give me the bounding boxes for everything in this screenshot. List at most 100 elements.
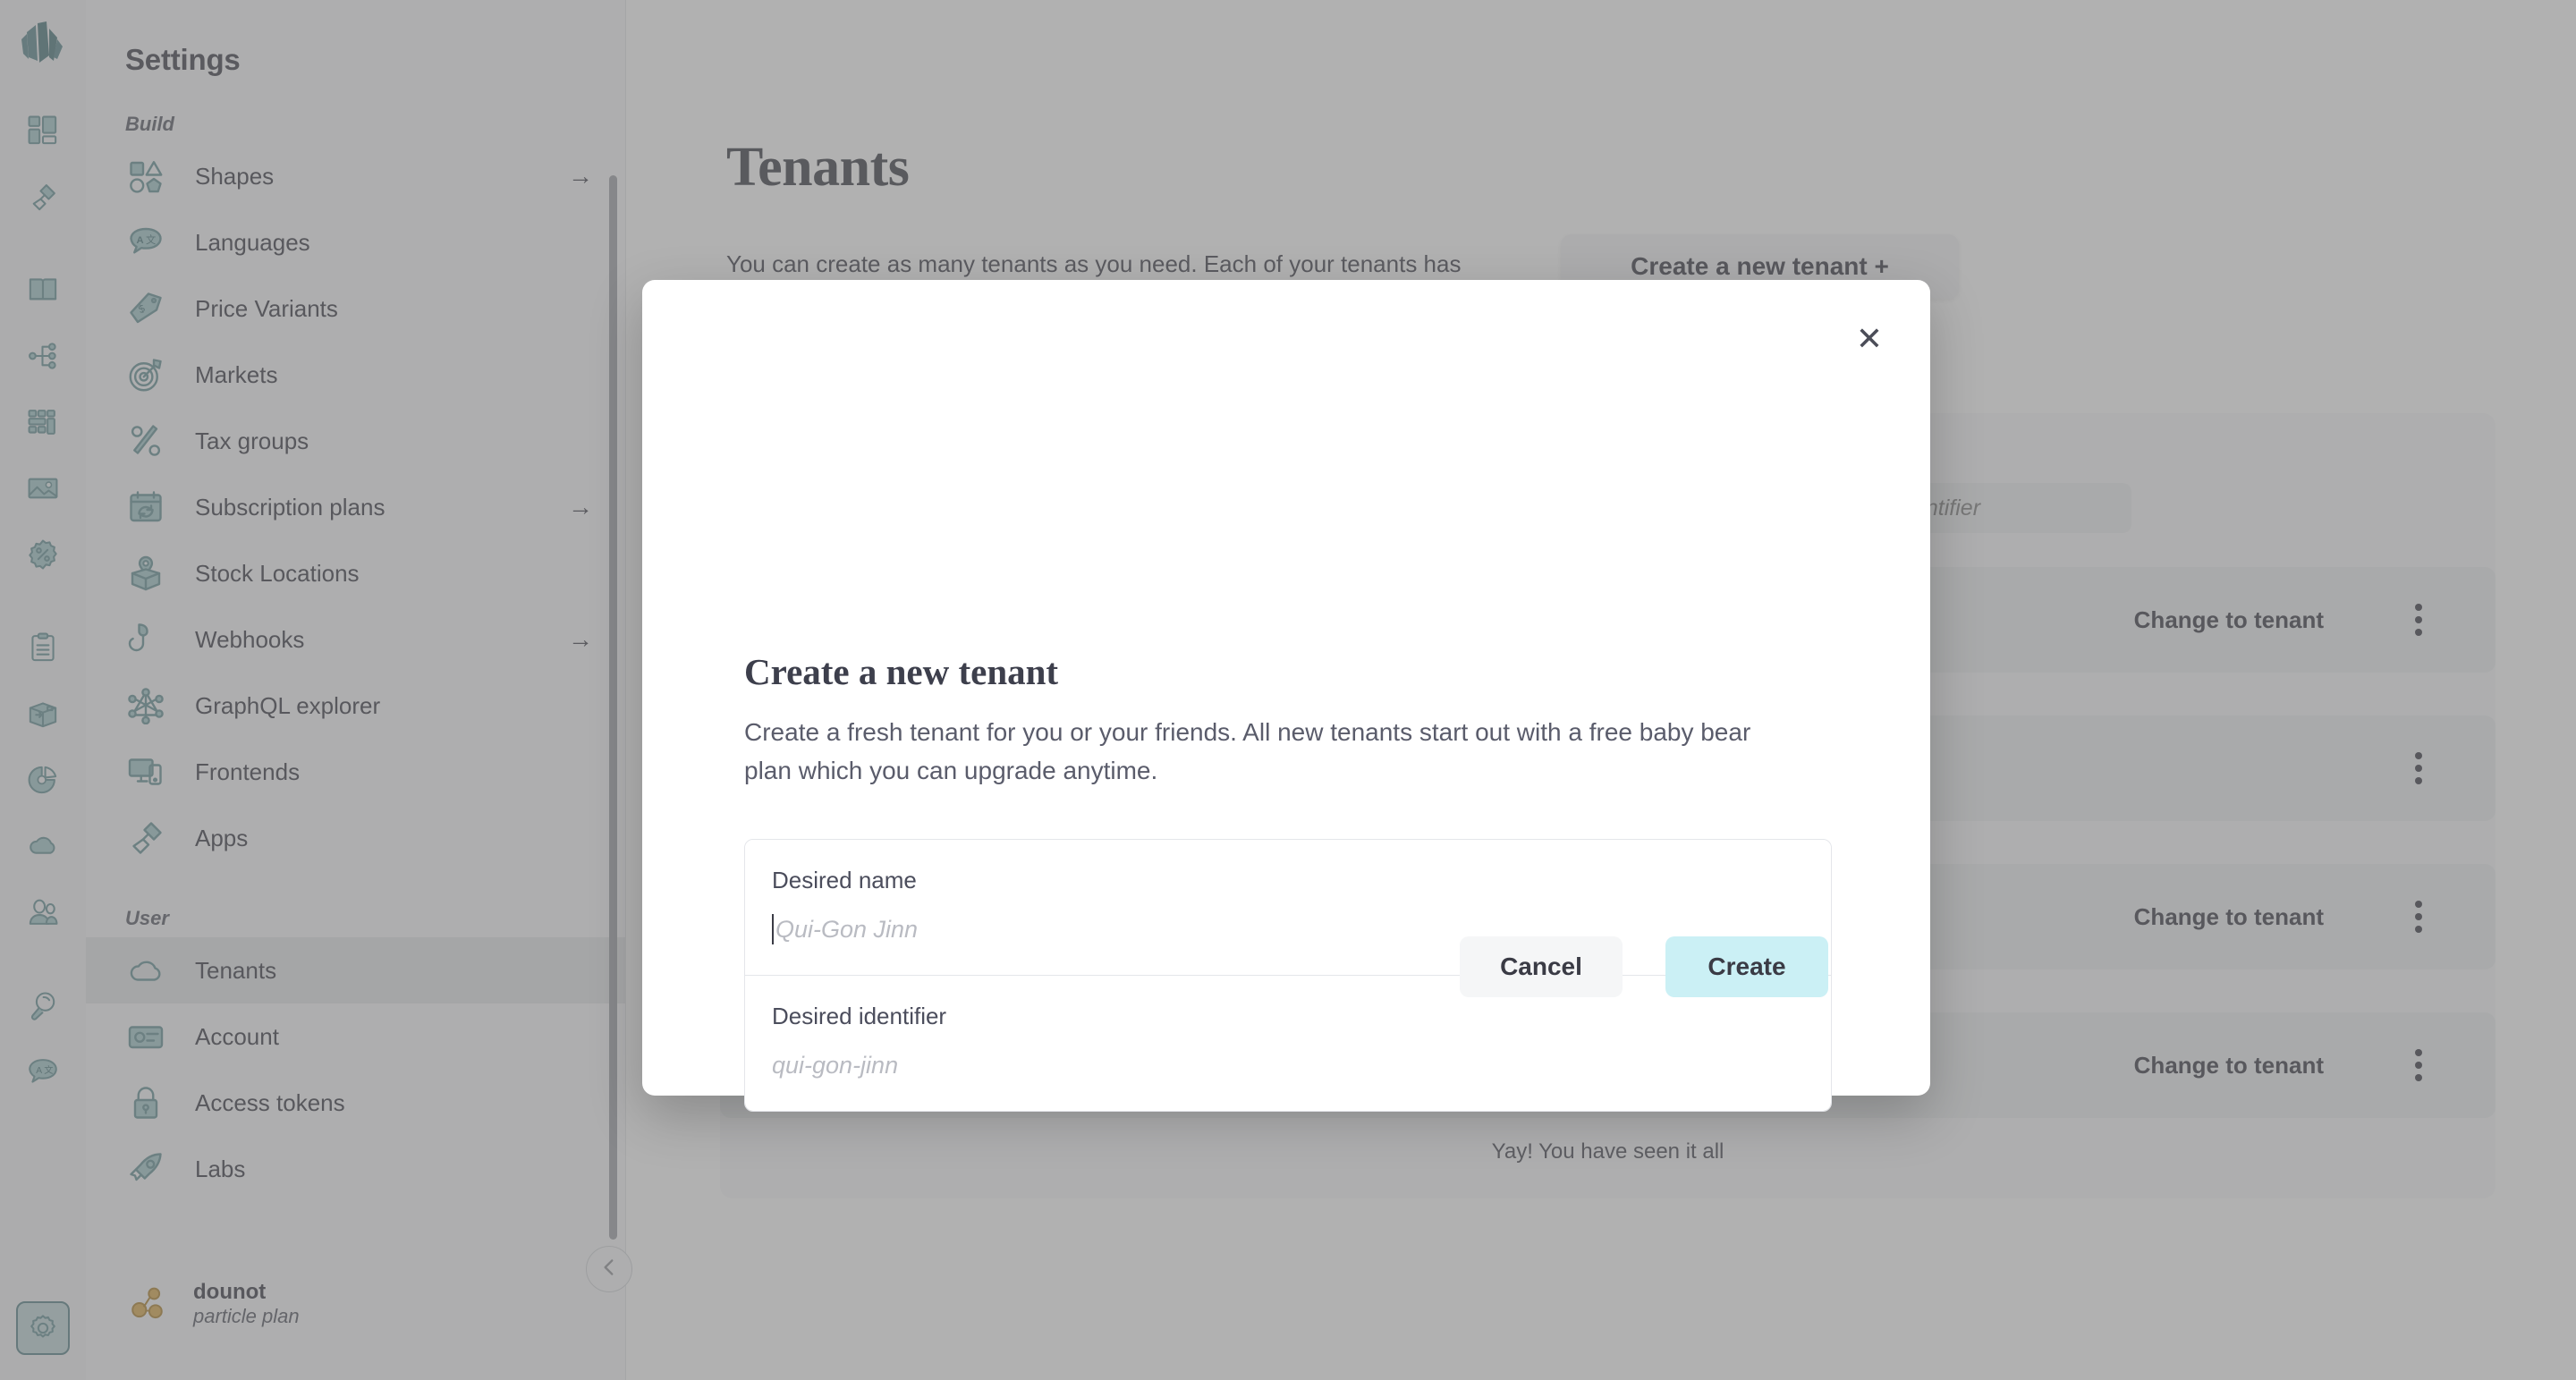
rail-translate-icon[interactable]: A 文 bbox=[16, 1045, 70, 1098]
sidebar-item-markets[interactable]: Markets bbox=[86, 342, 625, 408]
change-to-tenant-button[interactable]: Change to tenant bbox=[2134, 903, 2324, 931]
rail-catalogue-book-icon[interactable] bbox=[16, 263, 70, 317]
desired-identifier-input-wrap bbox=[772, 1050, 1804, 1080]
sidebar-item-price-variants[interactable]: $ Price Variants bbox=[86, 275, 625, 342]
sidebar-item-languages[interactable]: A 文 Languages bbox=[86, 209, 625, 275]
sidebar-item-tenants[interactable]: Tenants bbox=[86, 937, 625, 1003]
sidebar-item-graphql-explorer[interactable]: GraphQL explorer bbox=[86, 673, 625, 739]
arrow-right-icon: → bbox=[568, 493, 593, 521]
rail-shipment-box-icon[interactable] bbox=[16, 687, 70, 741]
sidebar-item-label: GraphQL explorer bbox=[195, 692, 593, 720]
kebab-menu-icon[interactable] bbox=[2415, 752, 2422, 784]
target-icon bbox=[125, 354, 166, 395]
sidebar-item-tax-groups[interactable]: Tax groups bbox=[86, 408, 625, 474]
close-icon[interactable]: ✕ bbox=[1850, 319, 1889, 359]
text-caret bbox=[772, 914, 774, 944]
price-tag-icon: $ bbox=[125, 288, 166, 329]
percent-icon bbox=[125, 420, 166, 461]
sidebar-collapse-button[interactable] bbox=[586, 1246, 632, 1292]
kebab-menu-icon[interactable] bbox=[2415, 604, 2422, 636]
sidebar-item-label: Stock Locations bbox=[195, 560, 593, 588]
sidebar-item-label: Languages bbox=[195, 229, 593, 257]
sidebar-item-label: Price Variants bbox=[195, 295, 593, 323]
icon-rail: A 文 bbox=[0, 0, 86, 1380]
sidebar-item-apps[interactable]: Apps bbox=[86, 805, 625, 871]
account-text: dounot particle plan bbox=[193, 1280, 300, 1328]
rail-grid-blocks-icon[interactable] bbox=[16, 395, 70, 449]
languages-icon: A 文 bbox=[125, 222, 166, 263]
crystallize-logo-icon[interactable] bbox=[18, 16, 68, 80]
rail-discount-badge-icon[interactable] bbox=[16, 528, 70, 581]
sidebar-item-label: Webhooks bbox=[195, 626, 568, 654]
arrow-right-icon: → bbox=[568, 162, 593, 190]
rail-sitemap-icon[interactable] bbox=[16, 329, 70, 383]
rail-analytics-pie-icon[interactable] bbox=[16, 753, 70, 807]
sidebar-item-shapes[interactable]: Shapes → bbox=[86, 143, 625, 209]
sidebar-item-label: Subscription plans bbox=[195, 494, 568, 521]
kebab-menu-icon[interactable] bbox=[2415, 901, 2422, 933]
settings-sidebar: Settings Build Shapes → A 文 bbox=[86, 0, 626, 1380]
cloud-icon bbox=[125, 950, 166, 991]
sidebar-scrollbar-thumb[interactable] bbox=[609, 175, 617, 1240]
sidebar-item-label: Access tokens bbox=[195, 1089, 593, 1117]
cancel-button[interactable]: Cancel bbox=[1460, 936, 1623, 997]
page-title: Tenants bbox=[726, 136, 909, 199]
rail-plug-icon[interactable] bbox=[16, 170, 70, 224]
page-description: You can create as many tenants as you ne… bbox=[726, 247, 1621, 282]
end-of-list-note: Yay! You have seen it all bbox=[720, 1139, 2496, 1164]
nav-group-label-build: Build bbox=[86, 77, 625, 143]
shapes-icon bbox=[125, 156, 166, 197]
desired-identifier-label: Desired identifier bbox=[772, 1003, 1804, 1030]
create-tenant-modal: ✕ Create a new tenant Create a fresh ten… bbox=[642, 280, 1930, 1096]
sidebar-item-label: Frontends bbox=[195, 758, 593, 786]
plug-icon bbox=[125, 817, 166, 859]
modal-title: Create a new tenant bbox=[744, 650, 1058, 693]
sidebar-item-webhooks[interactable]: Webhooks → bbox=[86, 606, 625, 673]
modal-actions: Cancel Create bbox=[1460, 936, 1828, 997]
desired-name-label: Desired name bbox=[772, 867, 1804, 894]
sidebar-item-subscription-plans[interactable]: Subscription plans → bbox=[86, 474, 625, 540]
rail-orders-clipboard-icon[interactable] bbox=[16, 621, 70, 674]
subscription-icon bbox=[125, 487, 166, 528]
change-to-tenant-button[interactable]: Change to tenant bbox=[2134, 1052, 2324, 1079]
desired-identifier-input[interactable] bbox=[772, 1052, 1804, 1079]
change-to-tenant-button[interactable]: Change to tenant bbox=[2134, 606, 2324, 634]
app-root: A 文 Settings Build bbox=[0, 0, 2576, 1380]
sidebar-item-access-tokens[interactable]: Access tokens bbox=[86, 1070, 625, 1136]
devices-icon bbox=[125, 751, 166, 792]
svg-text:A: A bbox=[36, 1066, 42, 1076]
graphql-icon bbox=[125, 685, 166, 726]
kebab-menu-icon[interactable] bbox=[2415, 1049, 2422, 1081]
arrow-right-icon: → bbox=[568, 625, 593, 654]
svg-text:文: 文 bbox=[146, 233, 156, 246]
sidebar-item-label: Shapes bbox=[195, 163, 568, 190]
sidebar-item-labs[interactable]: Labs bbox=[86, 1136, 625, 1202]
sidebar-item-label: Markets bbox=[195, 361, 593, 389]
svg-text:文: 文 bbox=[44, 1064, 53, 1076]
rail-image-icon[interactable] bbox=[16, 461, 70, 515]
account-name: dounot bbox=[193, 1280, 300, 1305]
rail-dashboard-grid-icon[interactable] bbox=[16, 104, 70, 157]
svg-text:A: A bbox=[137, 235, 144, 246]
stock-box-icon bbox=[125, 553, 166, 594]
sidebar-item-label: Apps bbox=[195, 825, 593, 852]
account-plan: particle plan bbox=[193, 1305, 300, 1328]
sidebar-item-label: Tax groups bbox=[195, 428, 593, 455]
create-button[interactable]: Create bbox=[1665, 936, 1828, 997]
rail-search-icon[interactable] bbox=[16, 978, 70, 1032]
rail-cloud-icon[interactable] bbox=[16, 819, 70, 873]
sidebar-item-label: Tenants bbox=[195, 957, 593, 985]
rail-gear-icon[interactable] bbox=[16, 1301, 70, 1355]
rail-customers-icon[interactable] bbox=[16, 885, 70, 939]
lock-icon bbox=[125, 1082, 166, 1123]
hook-icon bbox=[125, 619, 166, 660]
sidebar-item-label: Labs bbox=[195, 1156, 593, 1183]
sidebar-title: Settings bbox=[86, 0, 625, 77]
sidebar-item-stock-locations[interactable]: Stock Locations bbox=[86, 540, 625, 606]
sidebar-item-label: Account bbox=[195, 1023, 593, 1051]
sidebar-item-account[interactable]: Account bbox=[86, 1003, 625, 1070]
modal-description: Create a fresh tenant for you or your fr… bbox=[744, 714, 1782, 790]
sidebar-item-frontends[interactable]: Frontends bbox=[86, 739, 625, 805]
account-block[interactable]: dounot particle plan bbox=[86, 1280, 300, 1328]
id-card-icon bbox=[125, 1016, 166, 1057]
